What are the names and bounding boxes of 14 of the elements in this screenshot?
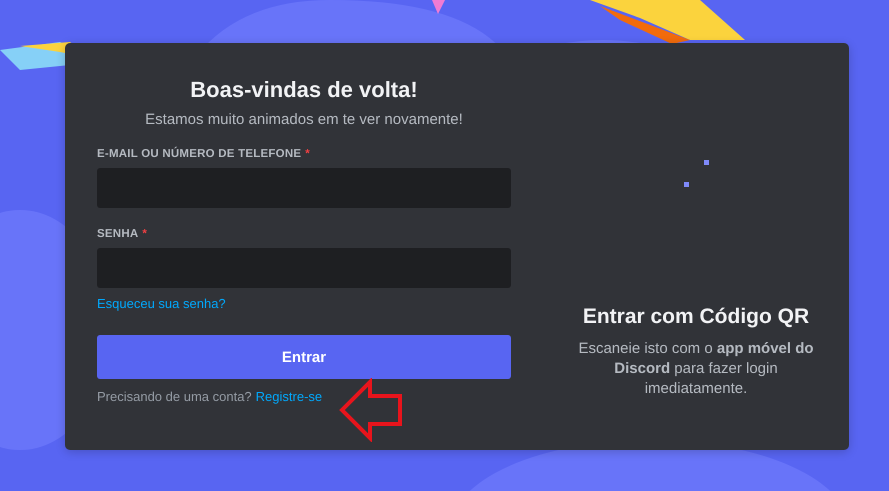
field-label: SENHA <box>97 228 138 240</box>
register-prompt: Precisando de uma conta? <box>97 389 252 404</box>
forgot-password-link[interactable]: Esqueceu sua senha? <box>97 296 226 311</box>
login-button[interactable]: Entrar <box>97 335 511 379</box>
required-mark: * <box>305 148 310 160</box>
drop-drawing <box>432 0 445 14</box>
field-label: E-MAIL OU NÚMERO DE TELEFONE <box>97 148 302 160</box>
welcome-title: Boas-vindas de volta! <box>190 76 418 104</box>
register-link[interactable]: Registre-se <box>256 389 322 404</box>
welcome-subtitle: Estamos muito animados em te ver novamente! <box>145 111 463 128</box>
arrow-annotation-drawing <box>338 378 404 442</box>
qr-title: Entrar com Código QR <box>582 305 810 329</box>
required-mark: * <box>142 228 148 240</box>
qr-description: Escaneie isto com o app móvel do Discord para fazer login imediatamente. <box>577 339 815 399</box>
